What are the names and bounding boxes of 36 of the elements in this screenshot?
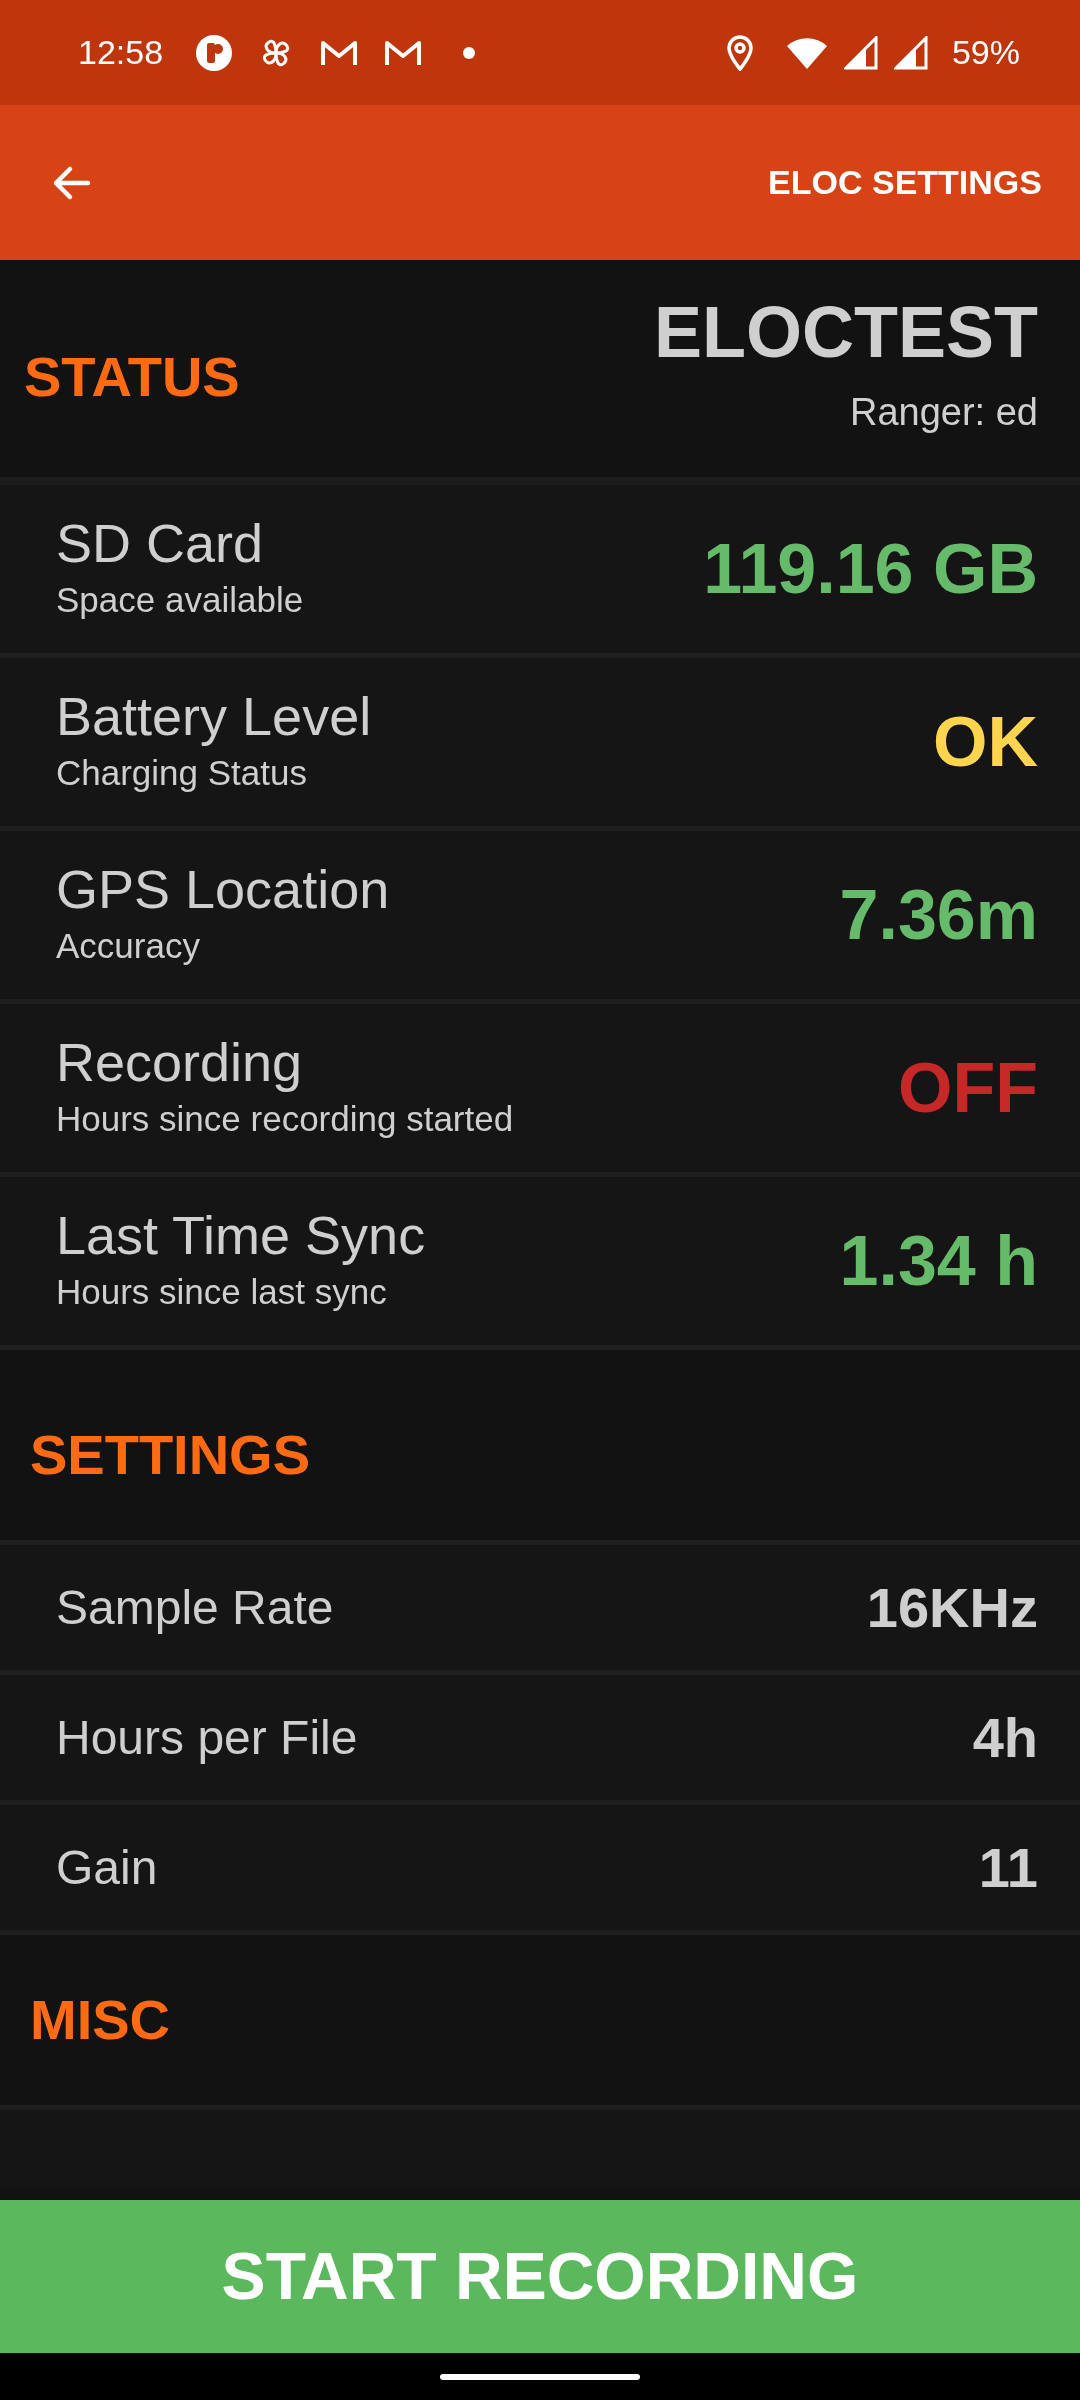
row-title: Battery Level — [56, 684, 372, 747]
row-title: Recording — [56, 1030, 304, 1093]
location-icon — [725, 34, 754, 71]
row-subtitle: Accuracy — [56, 924, 201, 967]
ranger-name: Ranger: ed — [850, 390, 1038, 435]
section-heading: MISC — [30, 1987, 170, 2053]
row-title: Last Time Sync — [56, 1203, 426, 1266]
app-icon — [195, 33, 234, 72]
dot-icon — [463, 46, 476, 59]
status-value: 119.16 GB — [703, 528, 1038, 610]
setting-label: Hours per File — [56, 1709, 358, 1766]
screen-title: ELOC SETTINGS — [768, 162, 1042, 203]
signal-icon — [843, 35, 878, 70]
status-value: OFF — [898, 1047, 1038, 1129]
status-value: OK — [933, 701, 1038, 783]
signal-icon — [893, 35, 928, 70]
battery-percent: 59% — [951, 32, 1020, 73]
section-heading: SETTINGS — [30, 1422, 311, 1488]
setting-value: 11 — [978, 1834, 1038, 1901]
device-name: ELOCTEST — [654, 296, 1038, 368]
wifi-icon — [785, 35, 828, 70]
row-subtitle: Charging Status — [56, 751, 308, 794]
status-value: 1.34 h — [839, 1220, 1038, 1302]
home-handle[interactable] — [440, 2373, 640, 2380]
section-heading: STATUS — [24, 343, 240, 410]
setting-label: Gain — [56, 1839, 158, 1896]
setting-value: 16KHz — [866, 1574, 1038, 1641]
row-subtitle: Hours since recording started — [56, 1097, 514, 1140]
row-subtitle: Hours since last sync — [56, 1270, 388, 1313]
setting-value: 4h — [972, 1704, 1038, 1771]
row-title: GPS Location — [56, 857, 390, 920]
clock-time: 12:58 — [78, 32, 164, 73]
row-subtitle: Space available — [56, 578, 304, 621]
row-title: SD Card — [56, 511, 265, 574]
status-value: 7.36m — [839, 874, 1038, 956]
setting-label: Sample Rate — [56, 1579, 334, 1636]
